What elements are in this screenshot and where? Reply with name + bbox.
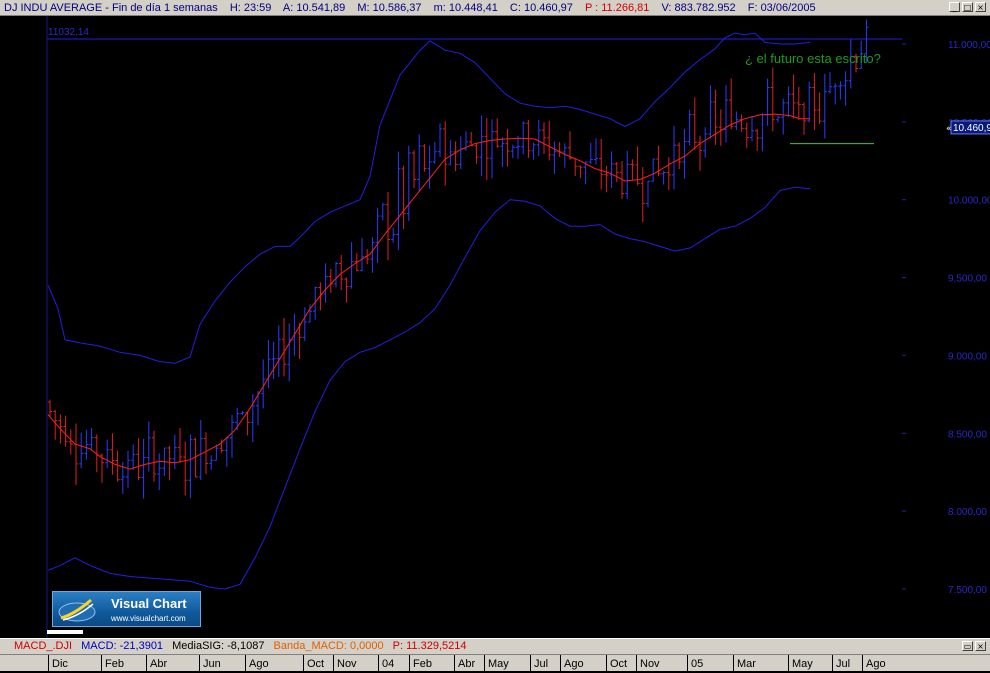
title-open: A: 10.541,89 [282, 2, 346, 14]
title-close: C: 10.460,97 [509, 2, 573, 14]
time-axis: Dic Feb Abr Jun Ago Oct Nov 04 Feb Abr May Jul Ago Oc… [0, 654, 990, 672]
y-axis-label: 9.000,00 [948, 351, 987, 362]
logo-url: www.visualchart.com [111, 614, 186, 623]
time-axis-label: Oct [606, 655, 627, 672]
y-axis-label: 11.000,00 [948, 40, 990, 51]
macd-close-button[interactable]: × [975, 641, 986, 651]
time-axis-label: Nov [333, 655, 357, 672]
logo-swoosh-icon [58, 598, 96, 622]
macd-band: Banda_MACD: 0,0000 [273, 640, 384, 652]
maximize-button[interactable]: □ [962, 2, 973, 12]
title-low: m: 10.448,41 [433, 2, 498, 14]
time-axis-label: Jun [199, 655, 221, 672]
time-axis-label: Feb [101, 655, 124, 672]
macd-projection: P: 11.329,5214 [392, 640, 467, 652]
indicator-line [47, 186, 811, 590]
time-axis-label: Nov [636, 655, 660, 672]
price-badge-text: 10.460,9 [953, 123, 990, 134]
time-axis-label: Feb [409, 655, 432, 672]
macd-items: MACD_.DJI MACD: -21,3901 MediaSIG: -8,10… [14, 639, 472, 654]
visual-chart-logo: Visual Chart www.visualchart.com [52, 591, 201, 627]
y-axis-label: 9.500,00 [948, 274, 987, 285]
macd-signal: MediaSIG: -8,1087 [172, 640, 265, 652]
future-annotation: ¿ el futuro esta escrito? [745, 51, 881, 66]
price-chart[interactable]: 11032.14 11.000,0010.500,0010.000,009.50… [0, 16, 990, 638]
time-axis-label: Oct [303, 655, 324, 672]
y-axis-label: 7.500,00 [948, 585, 987, 596]
y-axis-label: 8.500,00 [948, 429, 987, 440]
macd-panel-header: MACD_.DJI MACD: -21,3901 MediaSIG: -8,10… [0, 638, 990, 654]
time-axis-label: May [788, 655, 813, 672]
time-axis-label: May [484, 655, 509, 672]
title-hour: H: 23:59 [229, 2, 272, 14]
time-axis-label: Jul [832, 655, 850, 672]
time-axis-label: Abr [146, 655, 167, 672]
close-button[interactable]: × [975, 2, 986, 12]
time-axis-label: Ago [245, 655, 269, 672]
top-high-label: 11032.14 [48, 27, 89, 38]
y-axis-label: 8.000,00 [948, 507, 987, 518]
time-axis-label: Dic [48, 655, 68, 672]
chart-scroll-thumb[interactable] [47, 630, 83, 634]
time-axis-label: Jul [530, 655, 548, 672]
time-axis-label: Ago [560, 655, 584, 672]
title-high: M: 10.586,37 [357, 2, 422, 14]
title-date: F: 03/06/2005 [747, 2, 816, 14]
title-volume: V: 883.782.952 [661, 2, 736, 14]
window-titlebar: DJ INDU AVERAGE - Fin de día 1 semanas H… [0, 0, 990, 16]
time-axis-label: 05 [687, 655, 703, 672]
y-axis-label: 10.000,00 [948, 196, 990, 207]
logo-name: Visual Chart [111, 596, 187, 611]
time-axis-label: 04 [378, 655, 394, 672]
macd-value: MACD: -21,3901 [81, 640, 164, 652]
minimize-button[interactable]: _ [949, 2, 960, 12]
window-title: DJ INDU AVERAGE - Fin de día 1 semanas H… [4, 0, 825, 16]
title-projection: P : 11.266,81 [584, 2, 650, 14]
macd-name: MACD_.DJI [14, 640, 73, 652]
price-badge: « 10.460,9 [946, 120, 990, 135]
indicator-lines [47, 32, 811, 590]
indicator-line [47, 113, 810, 470]
window-buttons: _ □ × [949, 2, 986, 12]
macd-restore-button[interactable]: ▭ [962, 641, 973, 651]
title-symbol: DJ INDU AVERAGE - Fin de día 1 semanas [4, 2, 218, 14]
time-axis-label: Ago [862, 655, 886, 672]
time-axis-label: Abr [454, 655, 475, 672]
macd-window-buttons: ▭ × [962, 641, 986, 651]
ohlc-bars [48, 19, 869, 499]
time-axis-label: Mar [733, 655, 756, 672]
